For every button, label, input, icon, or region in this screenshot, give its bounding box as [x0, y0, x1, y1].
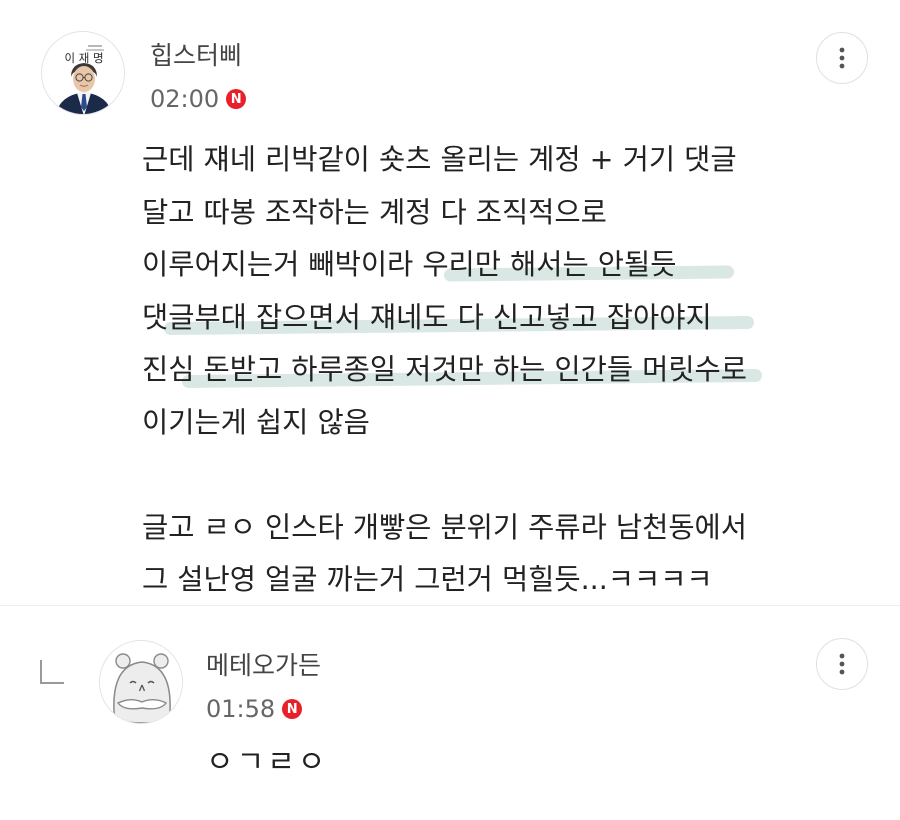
comment-body: 근데 쟤네 리박같이 숏츠 올리는 계정 + 거기 댓글 달고 따봉 조작하는 … [142, 134, 862, 607]
comment-line: 근데 쟤네 리박같이 숏츠 올리는 계정 + 거기 댓글 [142, 143, 737, 176]
more-vertical-icon [839, 653, 845, 675]
timestamp-row: 01:58 N [206, 694, 303, 724]
more-vertical-icon [839, 47, 845, 69]
comment-line: 그 설난영 얼굴 까는거 그런거 먹힐듯...ㅋㅋㅋㅋ [142, 563, 713, 596]
comment-line: 이루어지는거 빼박이라 우리만 해서는 안될듯 [142, 239, 862, 292]
avatar[interactable]: 이 재 명 [41, 31, 125, 115]
politician-portrait-icon: 이 재 명 [42, 32, 124, 114]
reply-item: 메테오가든 01:58 N ㅇㄱㄹㅇ [0, 606, 900, 820]
comment-body: ㅇㄱㄹㅇ [206, 745, 329, 780]
comment-line: 글고 ㄹㅇ 인스타 개빻은 분위기 주류라 남천동에서 [142, 510, 747, 544]
avatar[interactable] [99, 640, 183, 724]
character-face-icon [100, 641, 182, 723]
timestamp: 01:58 [206, 695, 276, 723]
timestamp: 02:00 [150, 85, 220, 113]
comment-line: 진심 돈받고 하루종일 저것만 하는 인간들 머릿수로 [142, 344, 862, 397]
username[interactable]: 힙스터삐 [150, 41, 242, 71]
timestamp-row: 02:00 N [150, 84, 247, 114]
comment-item: 이 재 명 힙스터삐 02:00 N 근데 쟤네 리박같이 숏츠 올리는 계정 … [0, 0, 900, 606]
more-options-button[interactable] [816, 32, 868, 84]
new-badge: N [282, 699, 303, 719]
username[interactable]: 메테오가든 [206, 651, 321, 681]
comment-line: 이기는게 쉽지 않음 [142, 405, 370, 439]
new-badge: N [226, 89, 247, 109]
comment-line: 댓글부대 잡으면서 쟤네도 다 신고넣고 잡아야지 [142, 292, 862, 345]
more-options-button[interactable] [816, 638, 868, 690]
comment-line: 달고 따봉 조작하는 계정 다 조직적으로 [142, 195, 607, 229]
avatar-caption: 이 재 명 [64, 51, 103, 65]
